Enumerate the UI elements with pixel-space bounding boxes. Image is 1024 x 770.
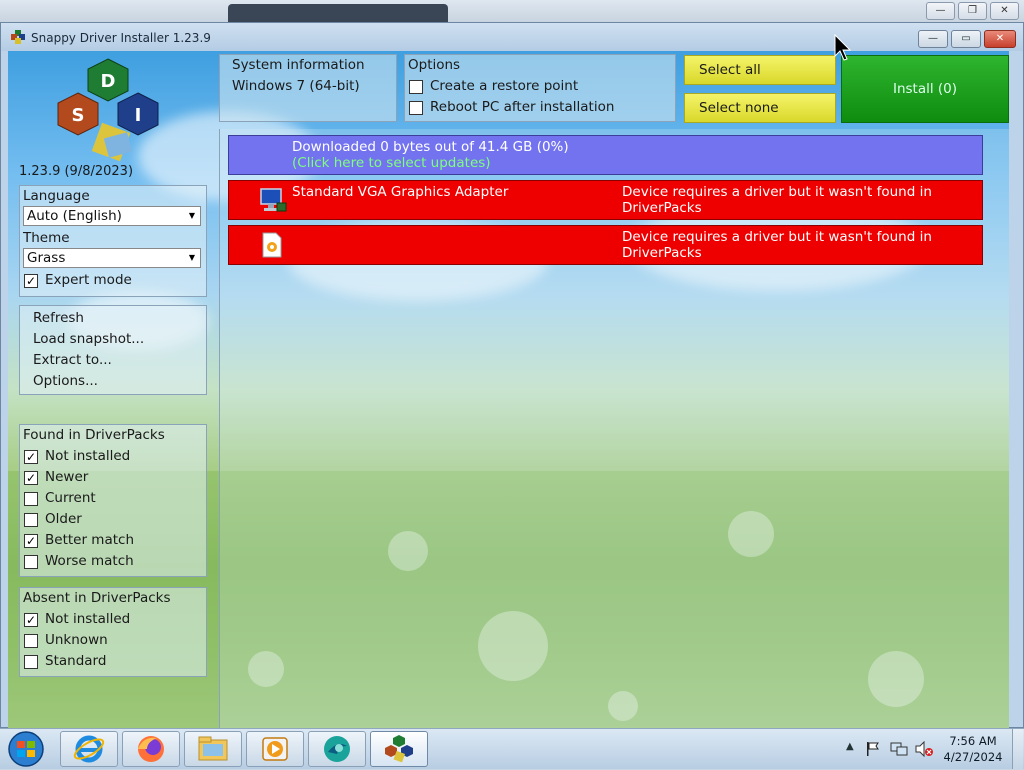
chevron-down-icon: ▼ (188, 253, 196, 262)
reboot-label: Reboot PC after installation (430, 99, 615, 115)
device-item[interactable]: Device requires a driver but it wasn't f… (228, 225, 983, 265)
found-worse-match-checkbox[interactable] (24, 555, 38, 569)
chevron-down-icon: ▼ (188, 211, 196, 220)
absent-standard-checkbox[interactable] (24, 655, 38, 669)
found-older-checkbox[interactable] (24, 513, 38, 527)
device-status: Device requires a driver but it wasn't f… (622, 184, 932, 216)
unknown-device-icon (262, 232, 282, 258)
absent-standard-label: Standard (45, 653, 107, 669)
language-select-value: Auto (English) (27, 208, 122, 224)
taskbar-file-explorer[interactable] (184, 731, 242, 767)
device-status: Device requires a driver but it wasn't f… (622, 229, 932, 261)
sdi-logo: D S I (57, 58, 159, 162)
background-window-titlebar (0, 0, 1024, 22)
client-area: D S I 1.23.9 (9/8/2023) Language Auto (E… (8, 51, 1009, 728)
action-center-flag-icon[interactable] (866, 741, 880, 757)
taskbar: ▲ 7:56 AM 4/27/2024 (0, 728, 1024, 769)
show-desktop-button[interactable] (1012, 729, 1023, 769)
taskbar-media-player[interactable] (246, 731, 304, 767)
select-all-button[interactable]: Select all (684, 55, 836, 85)
restore-point-checkbox[interactable] (409, 80, 423, 94)
logo-letter-i: I (135, 105, 142, 126)
found-better-match-label: Better match (45, 532, 134, 548)
extract-to-menu-item[interactable]: Extract to... (33, 352, 112, 368)
monitor-icon (260, 188, 287, 212)
system-info-title: System information (232, 57, 365, 73)
app-title-icon (11, 30, 25, 44)
file-explorer-icon (198, 736, 228, 761)
browser-icon (324, 736, 350, 762)
options-title: Options (408, 57, 461, 73)
minimize-button[interactable]: — (918, 30, 948, 48)
theme-select[interactable]: Grass ▼ (23, 248, 201, 268)
theme-label: Theme (23, 230, 70, 246)
expert-mode-checkbox[interactable]: ✓ (24, 274, 38, 288)
firefox-icon (138, 736, 164, 762)
found-newer-label: Newer (45, 469, 89, 485)
found-newer-checkbox[interactable]: ✓ (24, 471, 38, 485)
absent-filter-title: Absent in DriverPacks (23, 590, 171, 606)
taskbar-firefox[interactable] (122, 731, 180, 767)
background-minimize-button[interactable]: — (926, 2, 955, 20)
select-none-button[interactable]: Select none (684, 93, 836, 123)
taskbar-browser[interactable] (308, 731, 366, 767)
window-title: Snappy Driver Installer 1.23.9 (31, 31, 211, 45)
taskbar-clock[interactable]: 7:56 AM 4/27/2024 (938, 734, 1008, 764)
load-snapshot-menu-item[interactable]: Load snapshot... (33, 331, 144, 347)
found-worse-match-label: Worse match (45, 553, 134, 569)
mouse-cursor-icon (834, 34, 852, 61)
refresh-menu-item[interactable]: Refresh (33, 310, 84, 326)
taskbar-snappy-driver-installer[interactable] (370, 731, 428, 767)
found-not-installed-checkbox[interactable]: ✓ (24, 450, 38, 464)
background-restore-button[interactable]: ❐ (958, 2, 987, 20)
device-item[interactable]: Standard VGA Graphics Adapter Device req… (228, 180, 983, 220)
clock-time: 7:56 AM (949, 734, 997, 748)
logo-letter-s: S (72, 105, 85, 126)
app-window: Snappy Driver Installer 1.23.9 — ▭ ✕ D S… (0, 22, 1024, 728)
version-label: 1.23.9 (9/8/2023) (19, 164, 134, 179)
show-hidden-icons-button[interactable]: ▲ (846, 741, 854, 752)
media-player-icon (262, 737, 288, 761)
internet-explorer-icon (73, 735, 105, 763)
close-button[interactable]: ✕ (984, 30, 1016, 48)
expert-mode-label: Expert mode (45, 272, 132, 288)
theme-select-value: Grass (27, 250, 66, 266)
language-select[interactable]: Auto (English) ▼ (23, 206, 201, 226)
absent-not-installed-checkbox[interactable]: ✓ (24, 613, 38, 627)
os-version-text: Windows 7 (64-bit) (232, 78, 360, 94)
window-titlebar: Snappy Driver Installer 1.23.9 — ▭ ✕ (1, 23, 1023, 51)
select-updates-link[interactable]: (Click here to select updates) (292, 155, 491, 171)
maximize-button[interactable]: ▭ (951, 30, 981, 48)
snappy-driver-installer-icon (385, 735, 413, 763)
absent-unknown-label: Unknown (45, 632, 108, 648)
start-button[interactable] (6, 730, 46, 768)
found-better-match-checkbox[interactable]: ✓ (24, 534, 38, 548)
restore-point-label: Create a restore point (430, 78, 579, 94)
found-current-label: Current (45, 490, 96, 506)
download-status-item[interactable]: Downloaded 0 bytes out of 41.4 GB (0%) (… (228, 135, 983, 175)
background-close-button[interactable]: ✕ (990, 2, 1019, 20)
found-current-checkbox[interactable] (24, 492, 38, 506)
found-not-installed-label: Not installed (45, 448, 131, 464)
install-button[interactable]: Install (0) (841, 55, 1009, 123)
download-status-text: Downloaded 0 bytes out of 41.4 GB (0%) (292, 139, 569, 155)
language-label: Language (23, 188, 90, 204)
volume-muted-icon[interactable] (914, 741, 934, 757)
network-icon[interactable] (890, 741, 908, 757)
taskbar-internet-explorer[interactable] (60, 731, 118, 767)
absent-unknown-checkbox[interactable] (24, 634, 38, 648)
logo-letter-d: D (101, 71, 116, 92)
device-name: Standard VGA Graphics Adapter (292, 184, 509, 200)
found-filter-title: Found in DriverPacks (23, 427, 165, 443)
clock-date: 4/27/2024 (943, 750, 1003, 764)
reboot-checkbox[interactable] (409, 101, 423, 115)
found-older-label: Older (45, 511, 82, 527)
absent-not-installed-label: Not installed (45, 611, 131, 627)
background-window-tab[interactable] (228, 4, 448, 22)
options-menu-item[interactable]: Options... (33, 373, 98, 389)
